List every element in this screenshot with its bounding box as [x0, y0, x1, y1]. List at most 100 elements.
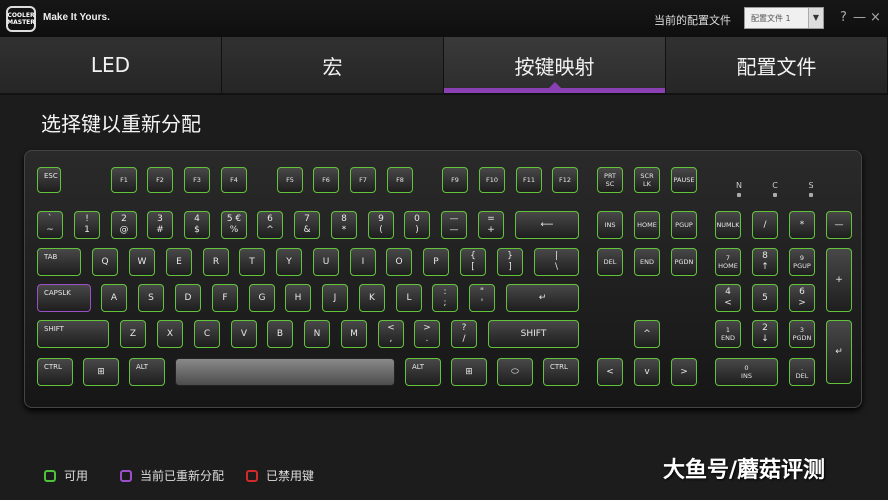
key-grave[interactable]: ` ~ — [37, 211, 63, 239]
key-f4[interactable]: F4 — [221, 167, 247, 193]
key-ins[interactable]: INS — [597, 211, 623, 239]
key-t[interactable]: T — [239, 248, 265, 276]
key-lwin[interactable]: ⊞ — [83, 358, 119, 386]
tab-macro[interactable]: 宏 — [222, 37, 444, 93]
key-ralt[interactable]: ALT — [405, 358, 441, 386]
minimize-button[interactable]: — — [853, 10, 866, 25]
key-up[interactable]: ^ — [634, 320, 660, 348]
key-n0k[interactable]: 0 INS — [715, 358, 778, 386]
key-n1k[interactable]: 1 END — [715, 320, 741, 348]
key-pause[interactable]: PAUSE — [671, 167, 697, 193]
key-left[interactable]: < — [597, 358, 623, 386]
key-n4[interactable]: 4 $ — [184, 211, 210, 239]
key-esc[interactable]: ESC — [37, 167, 61, 193]
key-v[interactable]: V — [231, 320, 257, 348]
key-rctrl[interactable]: CTRL — [543, 358, 579, 386]
key-del[interactable]: DEL — [597, 248, 623, 276]
key-b[interactable]: B — [267, 320, 293, 348]
key-lshift[interactable]: SHIFT — [37, 320, 109, 348]
key-equal[interactable]: = + — [478, 211, 504, 239]
key-lctrl[interactable]: CTRL — [37, 358, 73, 386]
tab-key-mapping[interactable]: 按键映射 — [444, 37, 666, 93]
key-n8[interactable]: 8 * — [331, 211, 357, 239]
key-numlk[interactable]: NUMLK — [715, 211, 741, 239]
key-f8[interactable]: F8 — [387, 167, 413, 193]
key-right[interactable]: > — [671, 358, 697, 386]
key-n[interactable]: N — [304, 320, 330, 348]
key-slash[interactable]: ? / — [451, 320, 477, 348]
key-rbr[interactable]: } ] — [497, 248, 523, 276]
key-ndiv[interactable]: / — [752, 211, 778, 239]
key-rwin[interactable]: ⊞ — [451, 358, 487, 386]
key-lbr[interactable]: { [ — [460, 248, 486, 276]
key-p[interactable]: P — [423, 248, 449, 276]
key-z[interactable]: Z — [120, 320, 146, 348]
key-quote[interactable]: " ' — [469, 284, 495, 312]
key-tab[interactable]: TAB — [37, 248, 81, 276]
key-s[interactable]: S — [138, 284, 164, 312]
key-f6[interactable]: F6 — [313, 167, 339, 193]
key-q[interactable]: Q — [92, 248, 118, 276]
key-n1[interactable]: ! 1 — [74, 211, 100, 239]
chevron-down-icon[interactable]: ▼ — [808, 8, 823, 28]
key-n4k[interactable]: 4 < — [715, 284, 741, 312]
key-n9[interactable]: 9 ( — [368, 211, 394, 239]
key-end[interactable]: END — [634, 248, 660, 276]
key-home[interactable]: HOME — [634, 211, 660, 239]
key-f12[interactable]: F12 — [552, 167, 578, 193]
key-n7[interactable]: 7 & — [294, 211, 320, 239]
key-n9k[interactable]: 9 PGUP — [789, 248, 815, 276]
key-nmul[interactable]: * — [789, 211, 815, 239]
profile-select[interactable]: 配置文件 1 ▼ — [744, 7, 824, 29]
key-x[interactable]: X — [157, 320, 183, 348]
key-nadd[interactable]: + — [826, 248, 852, 312]
key-caps[interactable]: CAPSLK — [37, 284, 91, 312]
help-button[interactable]: ? — [840, 10, 847, 25]
key-e[interactable]: E — [166, 248, 192, 276]
key-n7k[interactable]: 7 HOME — [715, 248, 741, 276]
key-n8k[interactable]: 8 ↑ — [752, 248, 778, 276]
tab-profiles[interactable]: 配置文件 — [666, 37, 888, 93]
key-f7[interactable]: F7 — [350, 167, 376, 193]
key-n0[interactable]: 0 ) — [404, 211, 430, 239]
key-f10[interactable]: F10 — [479, 167, 505, 193]
key-bslash[interactable]: | \ — [534, 248, 579, 276]
key-enter[interactable]: ↵ — [506, 284, 579, 312]
key-f1[interactable]: F1 — [111, 167, 137, 193]
key-ndel[interactable]: . DEL — [789, 358, 815, 386]
key-n3[interactable]: 3 # — [147, 211, 173, 239]
key-f9[interactable]: F9 — [442, 167, 468, 193]
key-n2[interactable]: 2 @ — [111, 211, 137, 239]
key-n5k[interactable]: 5 — [752, 284, 778, 312]
key-f5[interactable]: F5 — [277, 167, 303, 193]
key-w[interactable]: W — [129, 248, 155, 276]
key-semi[interactable]: : ; — [432, 284, 458, 312]
key-r[interactable]: R — [203, 248, 229, 276]
key-lalt[interactable]: ALT — [129, 358, 165, 386]
key-f2[interactable]: F2 — [147, 167, 173, 193]
key-n2k[interactable]: 2 ↓ — [752, 320, 778, 348]
key-period[interactable]: > . — [414, 320, 440, 348]
key-prtsc[interactable]: PRT SC — [597, 167, 623, 193]
close-button[interactable]: × — [870, 10, 881, 25]
key-nenter[interactable]: ↵ — [826, 320, 852, 384]
key-scrlk[interactable]: SCR LK — [634, 167, 660, 193]
key-down[interactable]: v — [634, 358, 660, 386]
key-pgdn[interactable]: PGDN — [671, 248, 697, 276]
key-f3[interactable]: F3 — [184, 167, 210, 193]
key-pgup[interactable]: PGUP — [671, 211, 697, 239]
tab-led[interactable]: LED — [0, 37, 222, 93]
key-fn[interactable]: ⬭ — [497, 358, 533, 386]
key-bksp[interactable]: ⟵ — [515, 211, 579, 239]
key-i[interactable]: I — [350, 248, 376, 276]
key-minus[interactable]: — — — [441, 211, 467, 239]
key-g[interactable]: G — [249, 284, 275, 312]
key-k[interactable]: K — [359, 284, 385, 312]
key-j[interactable]: J — [322, 284, 348, 312]
key-y[interactable]: Y — [276, 248, 302, 276]
key-h[interactable]: H — [285, 284, 311, 312]
key-o[interactable]: O — [386, 248, 412, 276]
key-d[interactable]: D — [175, 284, 201, 312]
key-rshift[interactable]: SHIFT — [488, 320, 579, 348]
key-u[interactable]: U — [313, 248, 339, 276]
